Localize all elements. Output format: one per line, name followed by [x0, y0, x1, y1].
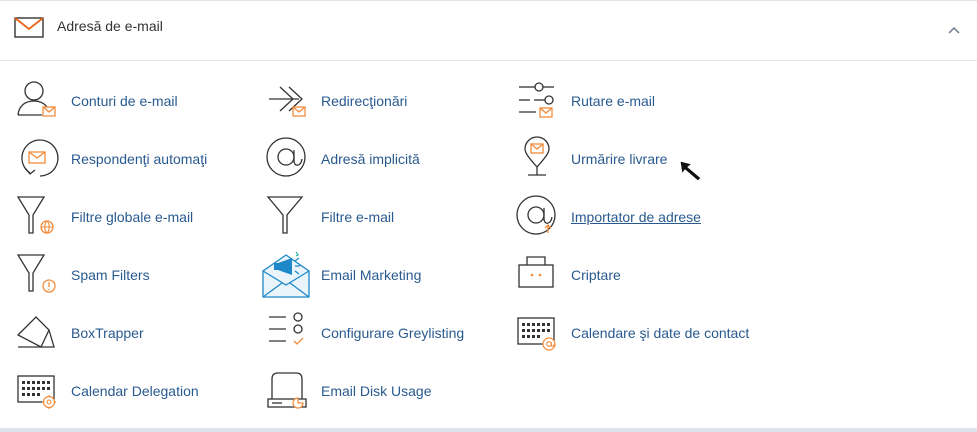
autoresponders-label[interactable]: Respondenţi automaţi	[71, 151, 207, 167]
track-delivery-icon	[524, 136, 550, 176]
address-importer-label[interactable]: Importator de adrese	[571, 209, 701, 225]
section-header[interactable]: Adresă de e-mail	[0, 1, 977, 61]
chevron-up-icon[interactable]	[946, 22, 962, 38]
calendars-contacts-icon	[517, 317, 556, 351]
forwarders-icon	[269, 86, 306, 117]
email-accounts-label[interactable]: Conturi de e-mail	[71, 93, 178, 109]
global-filters-icon	[16, 196, 54, 234]
email-routing-label[interactable]: Rutare e-mail	[571, 93, 655, 109]
default-address-icon	[266, 137, 306, 177]
global-filters-label[interactable]: Filtre globale e-mail	[71, 209, 193, 225]
address-importer-icon	[516, 195, 556, 235]
boxtrapper-label[interactable]: BoxTrapper	[71, 325, 144, 341]
default-address-label[interactable]: Adresă implicită	[321, 151, 420, 167]
email-marketing-label[interactable]: Email Marketing	[321, 267, 421, 283]
email-accounts-icon	[17, 81, 56, 117]
email-filters-icon	[266, 196, 304, 234]
email-filters-label[interactable]: Filtre e-mail	[321, 209, 394, 225]
email-disk-usage-label[interactable]: Email Disk Usage	[321, 383, 431, 399]
spam-filters-label[interactable]: Spam Filters	[71, 267, 150, 283]
panel-bottom-border	[0, 428, 977, 432]
mouse-pointer-icon	[679, 160, 702, 182]
email-marketing-icon	[262, 251, 310, 298]
calendars-contacts-label[interactable]: Calendare şi date de contact	[571, 325, 749, 341]
forwarders-label[interactable]: Redirecţionări	[321, 93, 407, 109]
envelope-icon	[14, 17, 44, 38]
boxtrapper-icon	[16, 316, 55, 348]
calendar-delegation-label[interactable]: Calendar Delegation	[71, 383, 199, 399]
encryption-label[interactable]: Criptare	[571, 267, 621, 283]
autoresponders-icon	[21, 139, 59, 177]
email-disk-usage-icon	[267, 372, 307, 409]
section-title: Adresă de e-mail	[57, 18, 163, 34]
greylisting-icon	[269, 312, 304, 345]
email-section-panel: Adresă de e-mail Conturi de e-mail Redir…	[0, 0, 977, 432]
calendar-delegation-icon	[17, 375, 56, 409]
spam-filters-icon	[16, 254, 56, 293]
track-delivery-label[interactable]: Urmărire livrare	[571, 151, 667, 167]
email-routing-icon	[519, 82, 554, 118]
encryption-icon	[518, 256, 554, 288]
greylisting-label[interactable]: Configurare Greylisting	[321, 325, 464, 341]
